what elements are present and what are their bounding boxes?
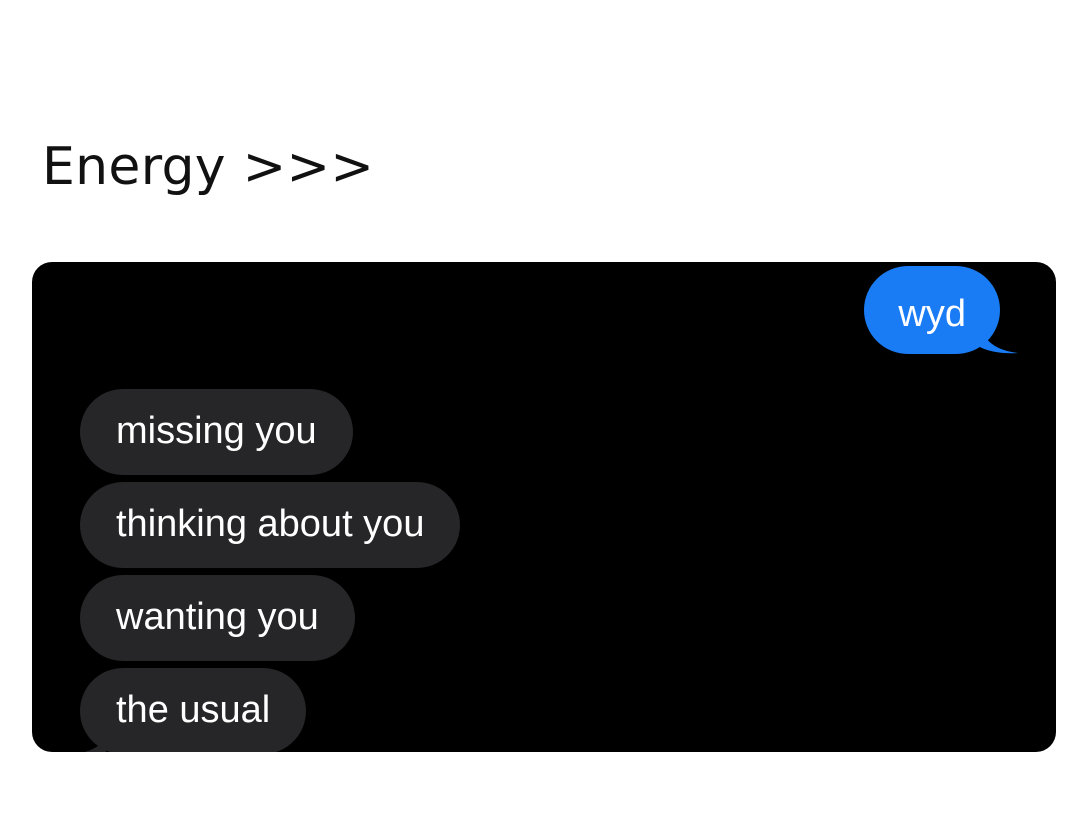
received-message-bubble: wanting you	[80, 575, 355, 661]
sent-message-bubble: wyd	[864, 266, 1000, 354]
chat-screenshot: wyd missing you thinking about you wanti…	[32, 262, 1056, 752]
post-caption: Energy >>>	[42, 137, 375, 197]
post-page: Energy >>> wyd missing you thinking abou…	[0, 0, 1080, 834]
received-message-bubble: missing you	[80, 389, 353, 475]
received-message-bubble: the usual	[80, 668, 307, 752]
received-message-bubble: thinking about you	[80, 482, 461, 568]
